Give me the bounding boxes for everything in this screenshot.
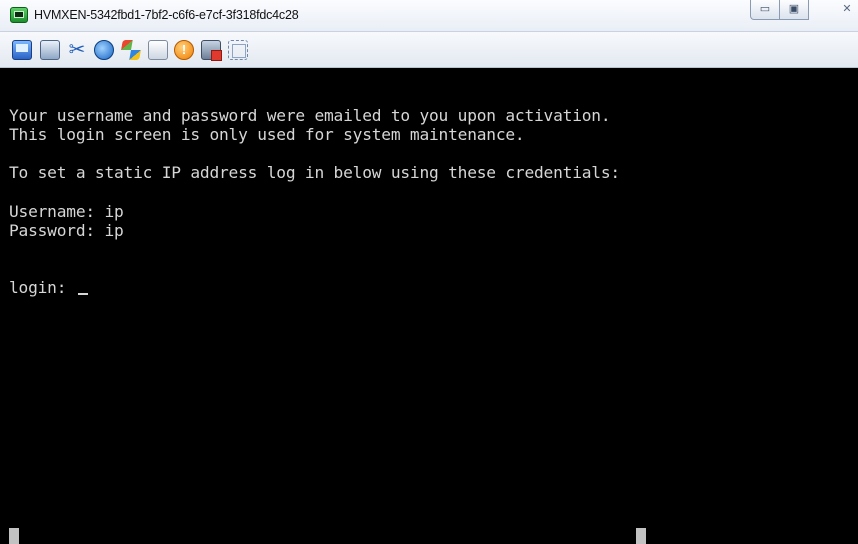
fullscreen-icon[interactable]	[228, 40, 248, 60]
console-line-5: Password: ip	[9, 221, 124, 240]
close-button[interactable]: ✕	[832, 0, 858, 20]
tools-icon[interactable]: ✂	[67, 40, 87, 60]
title-bar: HVMXEN-5342fbd1-7bf2-c6f6-e7cf-3f318fdc4…	[0, 0, 858, 32]
window-title: HVMXEN-5342fbd1-7bf2-c6f6-e7cf-3f318fdc4…	[34, 8, 299, 22]
login-prompt-text: login:	[9, 278, 76, 297]
drive-icon[interactable]	[148, 40, 168, 60]
alert-icon[interactable]: !	[174, 40, 194, 60]
console-line-2: This login screen is only used for syste…	[9, 125, 525, 144]
console-line-3: To set a static IP address log in below …	[9, 163, 620, 182]
scroll-marker-right[interactable]	[636, 528, 646, 544]
windows-logo-icon[interactable]	[119, 40, 143, 60]
app-icon	[10, 7, 28, 23]
refresh-icon[interactable]	[94, 40, 114, 60]
toolbar: ✂ !	[0, 32, 858, 97]
login-prompt[interactable]: login:	[9, 278, 88, 297]
minimize-button[interactable]: ▭	[750, 0, 780, 20]
console-line-1: Your username and password were emailed …	[9, 106, 611, 125]
console-line-4: Username: ip	[9, 202, 124, 221]
scroll-marker-left[interactable]	[9, 528, 19, 544]
disconnect-icon[interactable]	[201, 40, 222, 61]
console-screen[interactable]: Your username and password were emailed …	[0, 68, 858, 544]
maximize-button[interactable]: ▣	[779, 0, 809, 20]
console-icon[interactable]	[12, 40, 32, 60]
text-cursor	[77, 293, 88, 295]
windows-icon[interactable]	[40, 40, 60, 60]
